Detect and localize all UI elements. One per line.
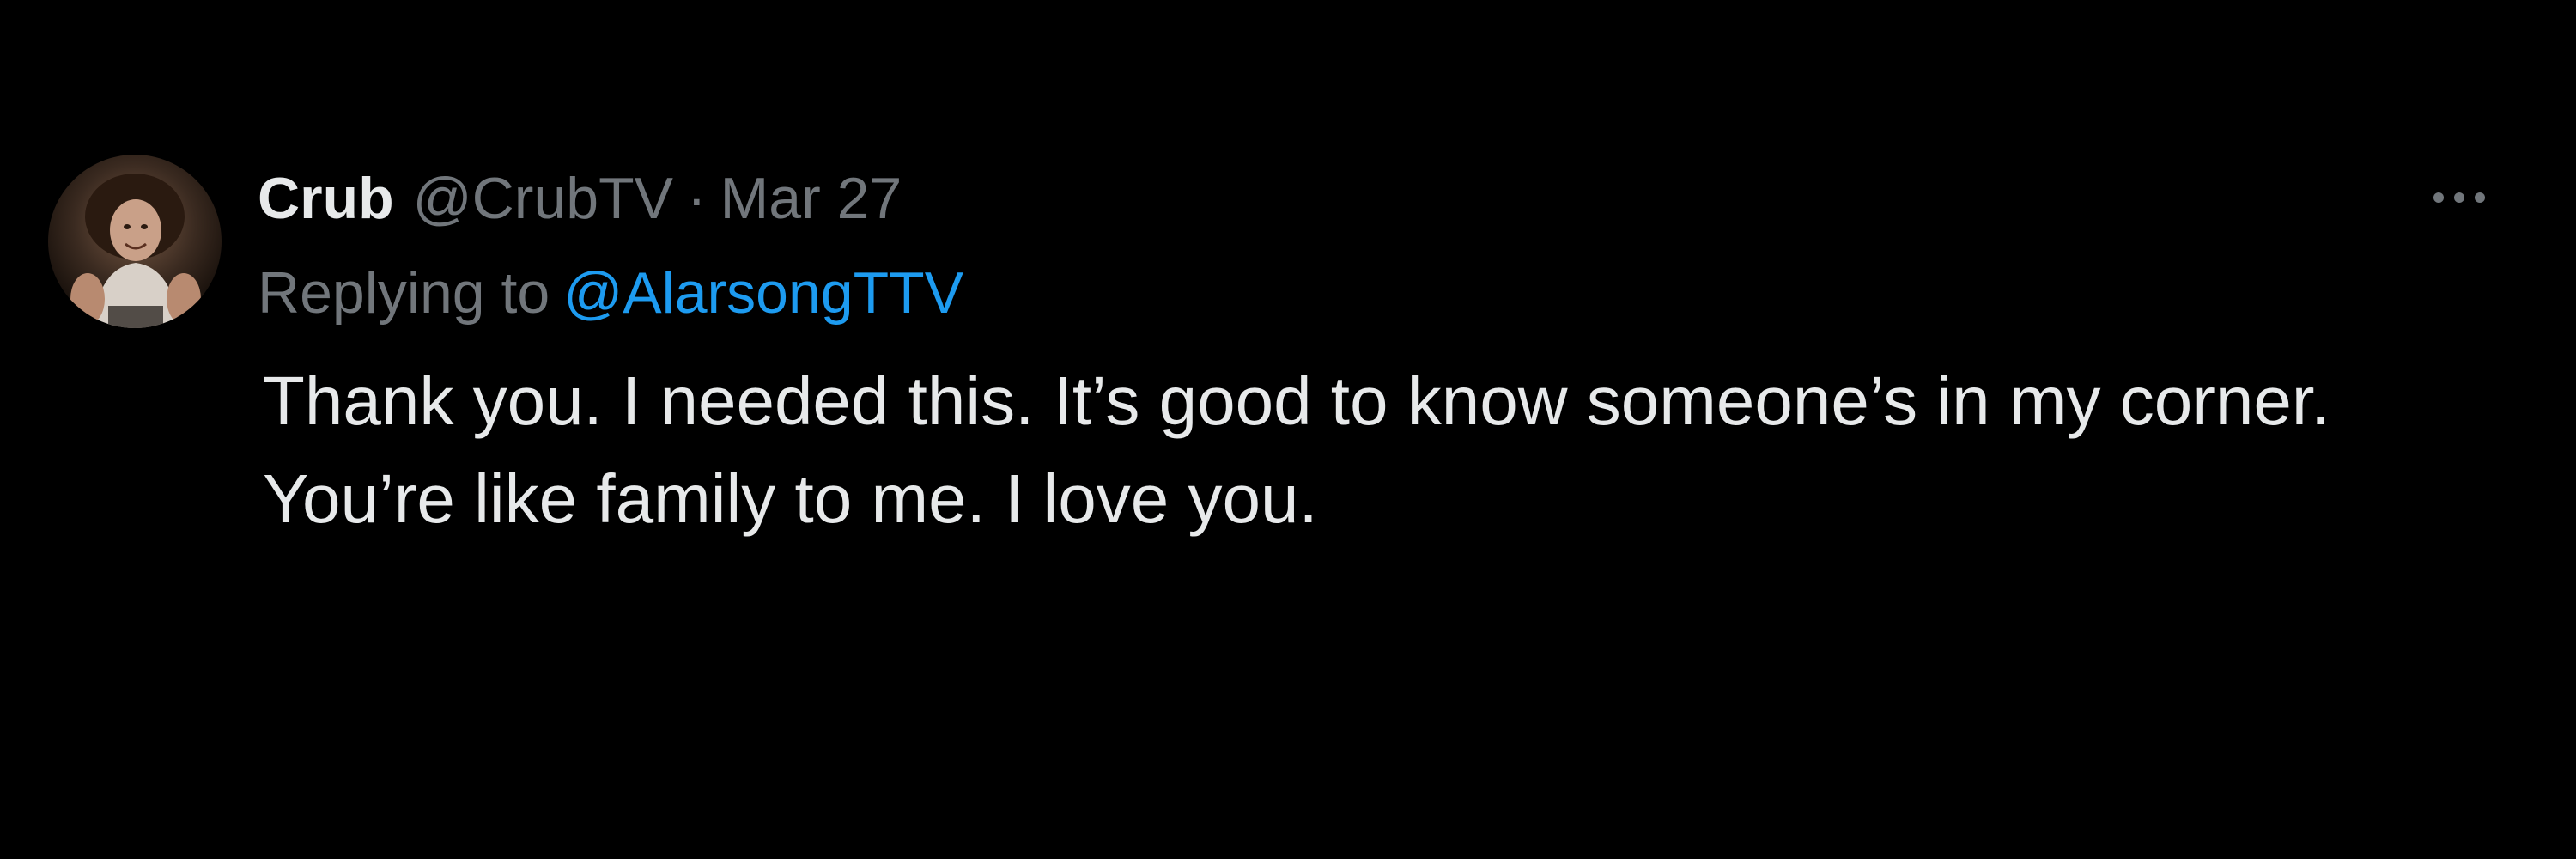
tweet-text-line: You’re like family to me. I love you. — [263, 460, 1318, 537]
replying-to: Replying to @AlarsongTTV — [258, 256, 963, 330]
tweet-header: Crub @CrubTV · Mar 27 — [258, 161, 902, 235]
more-options-button[interactable] — [2415, 163, 2504, 232]
avatar-photo — [70, 174, 201, 328]
author-display-name[interactable]: Crub — [258, 161, 394, 235]
tweet-date[interactable]: Mar 27 — [720, 161, 902, 235]
more-horizontal-icon — [2428, 192, 2490, 203]
avatar[interactable] — [48, 155, 222, 328]
replying-to-label: Replying to — [258, 260, 550, 326]
tweet-text-line: Thank you. I needed this. It’s good to k… — [263, 362, 2330, 439]
tweet[interactable]: Crub @CrubTV · Mar 27 Replying to @Alarso… — [0, 0, 2576, 859]
author-handle[interactable]: @CrubTV — [413, 161, 673, 235]
replying-to-handle-link[interactable]: @AlarsongTTV — [563, 260, 963, 326]
header-separator: · — [686, 166, 707, 231]
tweet-text: Thank you. I needed this. It’s good to k… — [263, 352, 2512, 548]
